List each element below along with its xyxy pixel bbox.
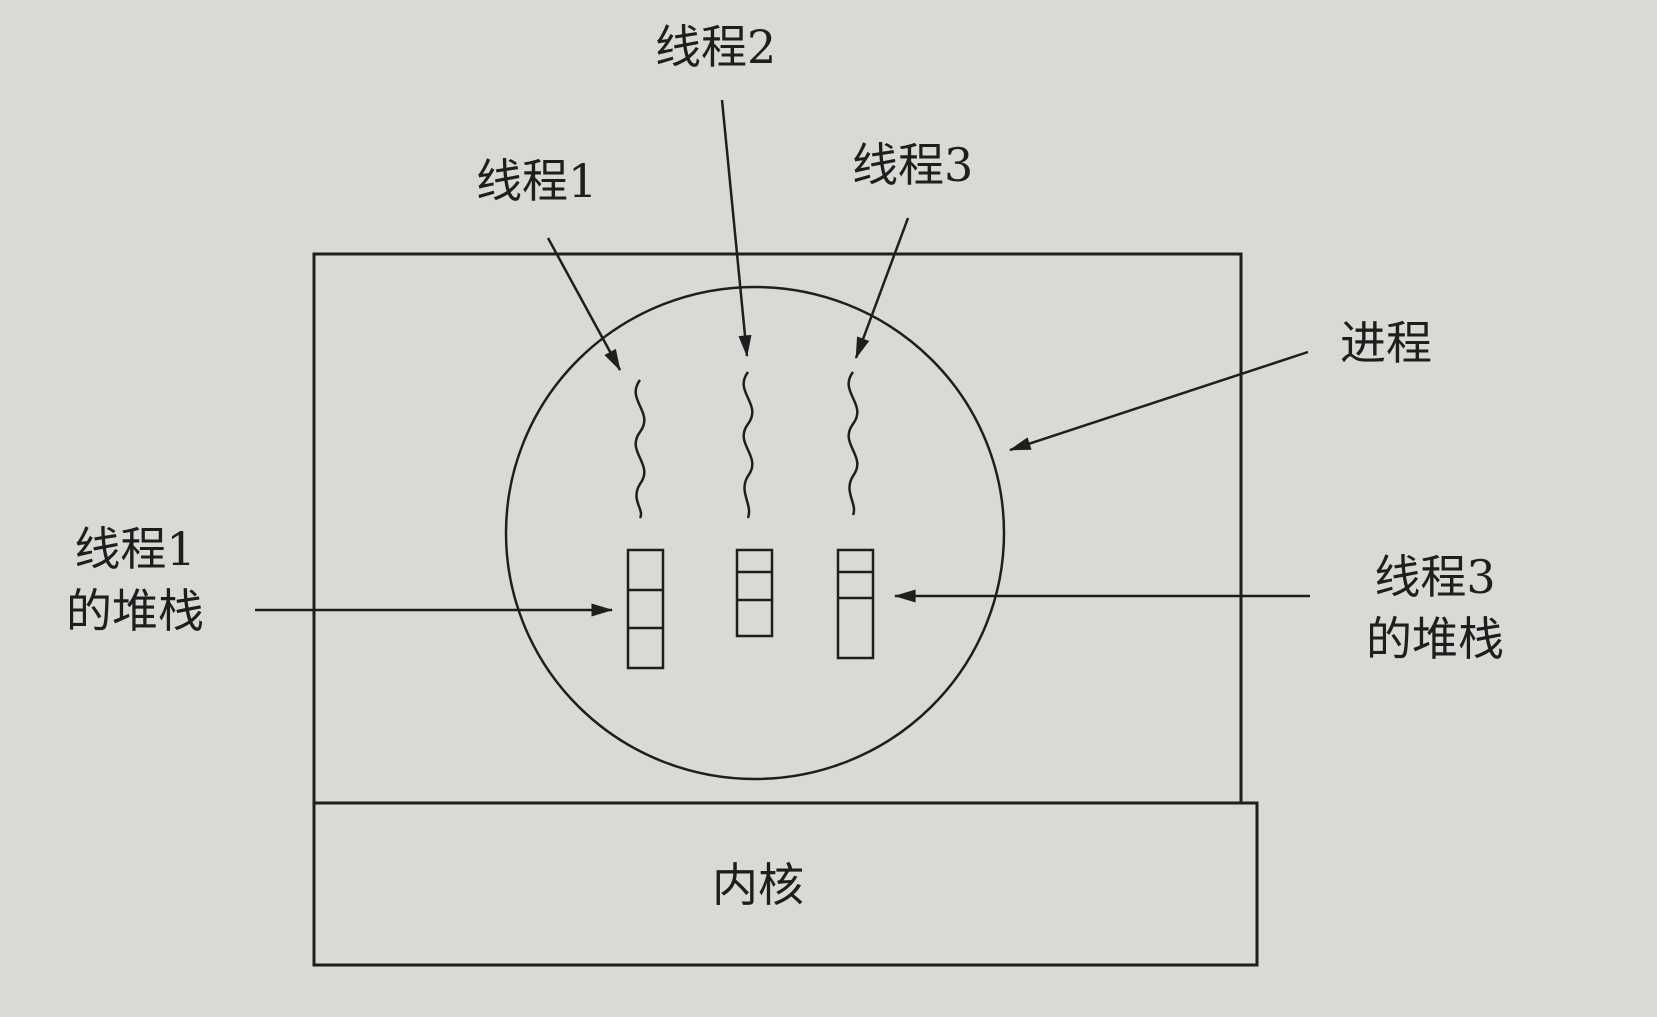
- kernel-label: 内核: [712, 858, 804, 912]
- thread-2-label: 线程2: [655, 20, 777, 74]
- thread-3-stack-label-line1: 线程3: [1374, 550, 1496, 604]
- thread-2-wave: [742, 371, 754, 519]
- user-space-box: [312, 252, 1243, 805]
- process-circle: [504, 285, 1006, 781]
- process-label: 进程: [1340, 316, 1432, 370]
- thread-3-stack-label-line2: 的堆栈: [1366, 612, 1504, 667]
- arrow-process: [1008, 350, 1309, 452]
- thread-1-stack-label-line2: 的堆栈: [66, 584, 204, 639]
- thread-3-stack-label: 线程3 的堆栈: [1335, 546, 1535, 670]
- thread-2-stack: [735, 548, 774, 638]
- arrow-thread-1: [546, 237, 622, 371]
- thread-3-wave: [847, 371, 859, 516]
- diagram-canvas: [255, 99, 1310, 967]
- thread-1-label: 线程1: [476, 154, 598, 208]
- thread-1-stack-label-line1: 线程1: [74, 522, 196, 576]
- thread-process-diagram: 线程1 线程2 线程3 进程 线程1 的堆栈 线程3 的堆栈 内核: [0, 0, 1657, 1017]
- thread-1-wave: [634, 379, 646, 519]
- arrow-thread-2: [720, 99, 752, 358]
- thread-1-stack-label: 线程1 的堆栈: [40, 518, 230, 642]
- thread-1-stack: [626, 548, 665, 670]
- arrow-thread-3: [854, 217, 910, 360]
- thread-3-stack: [836, 548, 875, 660]
- thread-3-label: 线程3: [852, 138, 974, 192]
